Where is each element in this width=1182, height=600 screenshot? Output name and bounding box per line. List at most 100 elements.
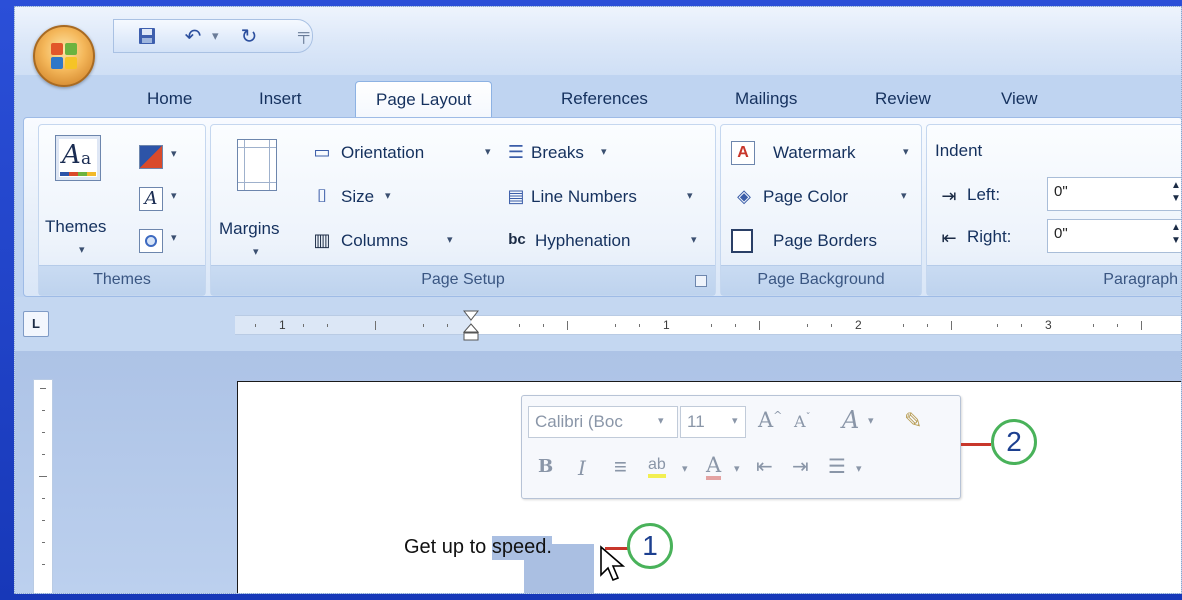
highlight-icon[interactable]: ab [648,456,666,478]
indent-left-spinner-icon[interactable]: ▲ ▼ [1171,179,1181,205]
styles-dropdown-icon[interactable]: ▾ [868,414,874,427]
size-button[interactable]: ⌷ Size ▾ [309,183,419,211]
ruler-tick [567,321,568,330]
ruler-tick [42,498,45,499]
themes-icon: A a [55,135,101,181]
font-name-dropdown-icon[interactable]: ▾ [658,414,664,427]
ruler-tick [447,324,448,327]
bullets-icon[interactable]: ☰ [828,454,846,479]
format-painter-icon[interactable]: ✎ [904,408,922,434]
undo-dropdown-icon[interactable]: ▾ [212,28,219,44]
tab-page-layout[interactable]: Page Layout [355,81,493,121]
tab-selector-button[interactable]: L [23,311,49,337]
callout-2: 2 [991,419,1037,465]
grow-font-button[interactable]: A^ [758,408,782,432]
indent-label: Indent [935,141,983,160]
bullets-dropdown-icon[interactable]: ▾ [856,462,862,475]
theme-colors-icon[interactable]: ▾ [139,145,185,171]
ruler-tick [831,324,832,327]
breaks-icon: ☰ [507,142,525,162]
indent-right-spinner-icon[interactable]: ▲ ▼ [1171,221,1181,247]
decrease-indent-icon[interactable]: ⇤ [756,454,773,479]
tab-review[interactable]: Review [875,89,931,109]
page-setup-group-label: Page Setup [211,265,715,295]
styles-button[interactable]: A [842,406,859,434]
font-name-input[interactable]: Calibri (Boc [528,406,678,438]
center-align-icon[interactable]: ≡ [614,454,627,480]
office-button[interactable] [33,25,95,87]
page-borders-button[interactable]: Page Borders [731,227,917,255]
orientation-icon: ▭ [313,142,331,162]
redo-icon[interactable]: ↻ [238,26,260,48]
page-borders-label: Page Borders [773,231,877,250]
ruler-tick [42,454,45,455]
breaks-button[interactable]: ☰ Breaks ▾ [503,139,643,167]
mouse-cursor-icon [600,545,626,582]
save-icon[interactable] [136,26,158,48]
ruler-tick [1093,324,1094,327]
tab-insert[interactable]: Insert [259,89,302,109]
themes-button[interactable]: A a Themes ▾ [45,133,123,256]
line-numbers-dropdown-icon: ▾ [687,190,693,202]
indent-marker-icon[interactable] [462,310,480,342]
tab-view[interactable]: View [1001,89,1038,109]
italic-button[interactable]: I [578,456,586,480]
ruler-tick [903,324,904,327]
size-dropdown-icon: ▾ [385,190,391,202]
orientation-dropdown-icon: ▾ [485,146,491,158]
columns-button[interactable]: ▥ Columns ▾ [309,227,469,255]
page-setup-dialog-launcher-icon[interactable] [695,275,707,287]
indent-right-label: Right: [967,227,1012,246]
indent-left-label: Left: [967,185,1001,204]
ruler-tick [42,432,45,433]
ruler-tick [759,321,760,330]
page-color-button[interactable]: ◈ Page Color ▾ [731,183,917,211]
ruler-tick [375,321,376,330]
indent-left-input[interactable]: 0" [1047,177,1181,211]
font-color-dropdown-icon[interactable]: ▾ [734,462,740,475]
theme-fonts-icon[interactable]: A ▾ [139,187,185,213]
tab-mailings[interactable]: Mailings [735,89,797,109]
undo-icon[interactable]: ↶ [182,26,204,48]
office-logo-icon [51,43,77,69]
themes-dropdown-icon: ▾ [79,244,85,256]
title-bar: ↶ ▾ ↻ ╤ [15,7,1181,75]
margins-button[interactable]: Margins ▾ [215,133,301,263]
ruler-tick [42,542,45,543]
tab-references[interactable]: References [561,89,648,109]
callout-2-line [961,443,991,446]
shrink-font-button[interactable]: Aˇ [794,412,811,431]
ruler-tick [807,324,808,327]
indent-right-input[interactable]: 0" [1047,219,1181,253]
highlight-dropdown-icon[interactable]: ▾ [682,462,688,475]
tab-home[interactable]: Home [147,89,192,109]
customize-qat-icon[interactable]: ╤ [298,26,309,44]
font-color-button[interactable]: A [706,454,722,480]
watermark-label: Watermark [773,143,856,162]
indent-left-icon: ⇥ [941,186,957,206]
increase-indent-icon[interactable]: ⇥ [792,454,809,479]
theme-effects-icon[interactable]: ▾ [139,229,185,255]
line-numbers-button[interactable]: ▤ Line Numbers ▾ [503,183,709,211]
bold-button[interactable]: B [538,456,553,477]
orientation-button[interactable]: ▭ Orientation ▾ [309,139,499,167]
hyphenation-icon: bc [508,231,526,248]
watermark-button[interactable]: A Watermark ▾ [731,139,917,167]
vertical-ruler[interactable] [33,379,53,593]
page-background-group-label: Page Background [721,265,921,295]
quick-access-toolbar: ↶ ▾ ↻ ╤ [113,19,313,53]
ruler-tick [615,324,616,327]
ruler-tick [1021,324,1022,327]
hyphenation-label: Hyphenation [535,231,631,250]
page-color-icon: ◈ [737,186,751,206]
ruler-number: 2 [855,318,862,332]
horizontal-ruler[interactable]: 1 1 2 3 [235,310,1181,341]
font-size-dropdown-icon[interactable]: ▾ [732,414,738,427]
ruler-number: 1 [279,318,286,332]
document-text[interactable]: Get up to speed. [404,536,552,560]
hyphenation-button[interactable]: bc Hyphenation ▾ [503,227,709,255]
ruler-tick [42,520,45,521]
ruler-tick [543,324,544,327]
paragraph-group: Indent ⇥ Left: 0" ▲ ▼ ⇤ Right: 0" ▲ ▼ Para… [926,124,1181,296]
ruler-row: L 1 1 2 3 [15,297,1181,351]
